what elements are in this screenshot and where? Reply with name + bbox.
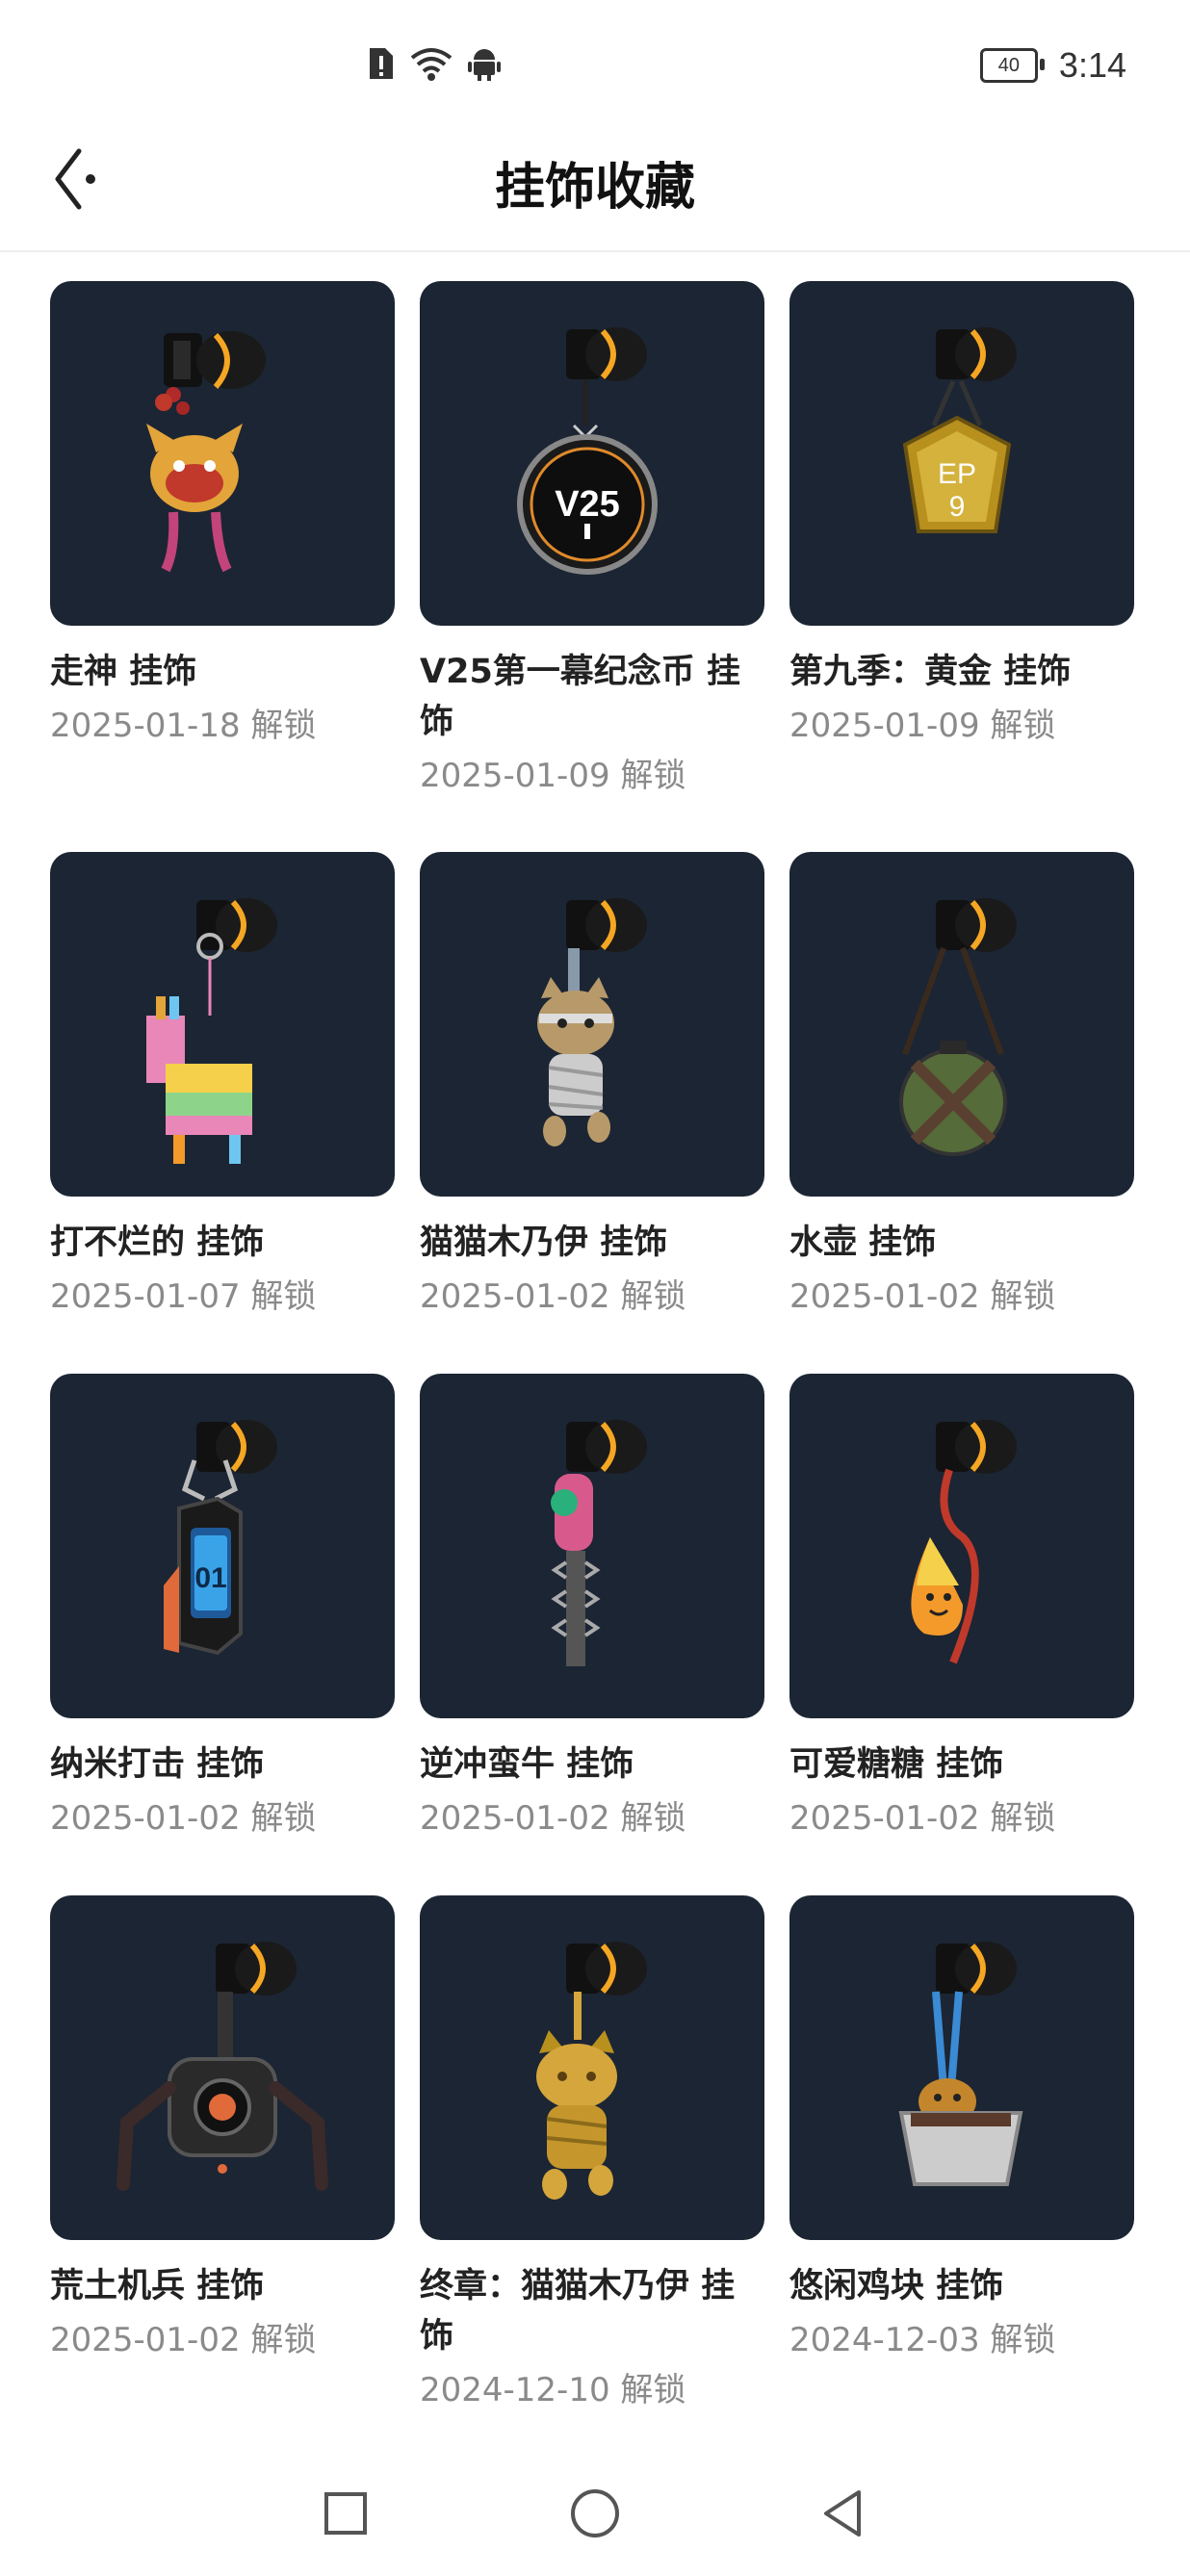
unlock-date: 2025-01-02 解锁 [50, 2321, 317, 2359]
charm-chicken-nugget-image [898, 1942, 1023, 2186]
charm-canteen-image [899, 898, 1017, 1156]
charm-gold-cat-mummy-image [536, 1942, 647, 2200]
charm-cat-mummy-image [537, 898, 647, 1146]
system-back-button[interactable] [809, 2480, 876, 2547]
charm-thumbnail [50, 852, 395, 1197]
charm-chainsaw-image [551, 1420, 647, 1666]
unlock-date: 2025-01-18 解锁 [50, 707, 317, 745]
charm-thumbnail [420, 1374, 764, 1718]
charm-thumbnail: 01 [50, 1374, 395, 1718]
charm-card[interactable]: 悠闲鸡块 挂饰 2024-12-03 解锁 [789, 1895, 1134, 2396]
charm-thumbnail [50, 281, 395, 626]
home-button[interactable] [561, 2480, 629, 2547]
home-icon [571, 2489, 619, 2537]
charm-name: 纳米打击 挂饰 [50, 1745, 265, 1784]
status-right: 40 3:14 [979, 42, 1126, 89]
charm-card[interactable]: 01 纳米打击 挂饰 2025-01-02 解锁 [50, 1374, 395, 1895]
charm-season9-gold-image: EP 9 [902, 327, 1017, 533]
charm-card[interactable]: 走神 挂饰 2025-01-18 解锁 [50, 281, 395, 852]
recent-apps-button[interactable] [312, 2480, 379, 2547]
charm-card[interactable]: 猫猫木乃伊 挂饰 2025-01-02 解锁 [420, 852, 764, 1374]
unlock-date: 2024-12-03 解锁 [789, 2321, 1056, 2359]
unlock-date: 2025-01-02 解锁 [50, 1799, 317, 1838]
charm-candy-image [911, 1420, 1017, 1664]
charm-thumbnail [50, 1895, 395, 2240]
charm-thumbnail: EP 9 [789, 281, 1134, 626]
battery-level: 40 [997, 54, 1021, 76]
charm-zoushen-image [146, 331, 266, 573]
charm-name: 终章：猫猫木乃伊 挂饰 [420, 2267, 736, 2356]
charm-name: 悠闲鸡块 挂饰 [789, 2267, 1004, 2306]
charm-name: 走神 挂饰 [50, 653, 197, 691]
charm-card[interactable]: EP 9 第九季：黄金 挂饰 2025-01-09 解锁 [789, 281, 1134, 852]
charm-card[interactable]: 可爱糖糖 挂饰 2025-01-02 解锁 [789, 1374, 1134, 1895]
unlock-date: 2025-01-02 解锁 [420, 1277, 686, 1316]
charm-card[interactable]: 终章：猫猫木乃伊 挂饰 2024-12-10 解锁 [420, 1895, 764, 2409]
charm-name: 水壶 挂饰 [789, 1224, 937, 1262]
unlock-date: 2025-01-02 解锁 [789, 1799, 1056, 1838]
svg-text:EP: EP [938, 458, 976, 490]
charm-name: 猫猫木乃伊 挂饰 [420, 1224, 668, 1262]
charm-card[interactable]: 打不烂的 挂饰 2025-01-07 解锁 [50, 852, 395, 1374]
charm-thumbnail [420, 852, 764, 1197]
sim-alert-icon [366, 46, 395, 85]
recent-apps-icon [324, 2492, 367, 2535]
charm-card[interactable]: V25 V25第一幕纪念币 挂饰 2025-01-09 解锁 [420, 281, 764, 852]
charm-card[interactable]: 荒土机兵 挂饰 2025-01-02 解锁 [50, 1895, 395, 2396]
battery-indicator: 40 [979, 48, 1045, 83]
wifi-icon [408, 44, 454, 87]
charm-canteen-image [789, 852, 1134, 1197]
charm-thumbnail [789, 1374, 1134, 1718]
page-title: 挂饰收藏 [494, 159, 695, 217]
navigation-bar [0, 2451, 1190, 2576]
charm-name: 可爱糖糖 挂饰 [789, 1745, 1004, 1784]
unlock-date: 2025-01-02 解锁 [789, 1277, 1056, 1316]
charm-nano-strike-image: 01 [164, 1420, 277, 1656]
status-icons [366, 42, 501, 89]
header: 挂饰收藏 [0, 116, 1190, 252]
svg-text:01: 01 [194, 1562, 226, 1594]
charm-name: 第九季：黄金 挂饰 [789, 653, 1072, 691]
unlock-date: 2025-01-07 解锁 [50, 1277, 317, 1316]
charm-name: 逆冲蛮牛 挂饰 [420, 1745, 634, 1784]
charm-name: V25第一幕纪念币 挂饰 [420, 653, 740, 741]
charm-pinata-image [146, 898, 277, 1164]
unlock-date: 2024-12-10 解锁 [420, 2371, 686, 2409]
charm-name: 荒土机兵 挂饰 [50, 2267, 265, 2306]
android-icon [468, 46, 501, 85]
charm-card[interactable]: 水壶 挂饰 2025-01-02 解锁 [789, 852, 1134, 1374]
charm-thumbnail [420, 1895, 764, 2240]
unlock-date: 2025-01-09 解锁 [420, 757, 686, 795]
status-bar: 40 3:14 [0, 0, 1190, 116]
charm-card[interactable]: 逆冲蛮牛 挂饰 2025-01-02 解锁 [420, 1374, 764, 1895]
charm-wasteland-bot-image [116, 1942, 328, 2191]
unlock-date: 2025-01-09 解锁 [789, 707, 1056, 745]
charm-grid: 走神 挂饰 2025-01-18 解锁 V25 V25第一幕纪念币 挂饰 202… [50, 281, 1144, 2409]
unlock-date: 2025-01-02 解锁 [420, 1799, 686, 1838]
charm-name: 打不烂的 挂饰 [50, 1224, 265, 1262]
charm-thumbnail [789, 1895, 1134, 2240]
clock: 3:14 [1058, 45, 1126, 85]
charm-thumbnail: V25 [420, 281, 764, 626]
svg-text:9: 9 [949, 491, 966, 523]
charm-v25-coin-image: V25 [517, 327, 658, 575]
svg-text:V25: V25 [555, 484, 620, 525]
back-icon [824, 2490, 861, 2537]
